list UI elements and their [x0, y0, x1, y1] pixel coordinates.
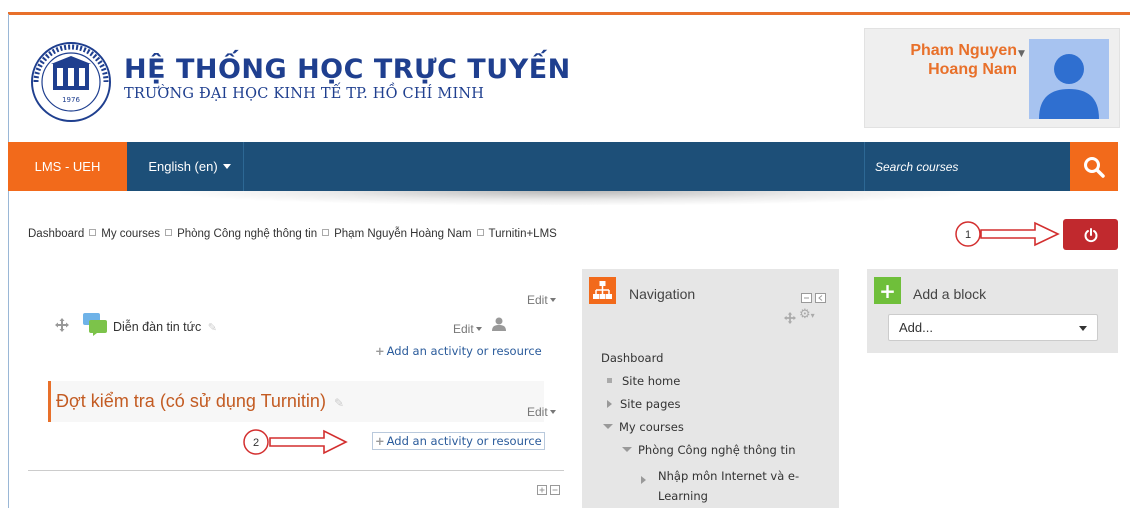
user-menu[interactable]: Pham Nguyen Hoang Nam ▼ — [864, 28, 1120, 128]
breadcrumb-separator-icon — [476, 229, 484, 236]
nav-item-department[interactable]: Phòng Công nghệ thông tin — [622, 443, 796, 457]
navbar-shadow — [180, 191, 960, 205]
section-title: Đợt kiểm tra (có sử dụng Turnitin) ✎ — [56, 391, 345, 411]
power-icon — [1084, 227, 1097, 242]
block-dock-collapse-icons[interactable] — [801, 288, 829, 307]
bullet-icon — [607, 378, 612, 383]
nav-item-site-home[interactable]: Site home — [607, 374, 680, 388]
collapsed-arrow-icon — [641, 476, 646, 484]
navigation-block-title: Navigation — [629, 286, 696, 302]
forum-icon — [82, 312, 108, 340]
user-name[interactable]: Pham Nguyen Hoang Nam — [865, 41, 1017, 79]
top-accent-line — [8, 12, 1130, 15]
group-mode-icon[interactable] — [492, 316, 506, 335]
section-divider — [28, 470, 564, 471]
svg-text:1: 1 — [965, 229, 971, 241]
edit-mode-toggle-button[interactable] — [1063, 219, 1118, 250]
activity-edit-menu[interactable]: Edit — [453, 322, 482, 336]
expanded-arrow-icon — [622, 447, 632, 452]
breadcrumb-item[interactable]: Dashboard — [28, 228, 84, 240]
breadcrumb-item[interactable]: My courses — [101, 228, 160, 240]
expand-collapse-icons[interactable] — [537, 480, 563, 499]
add-block-plus-icon: + — [874, 277, 901, 304]
search-input[interactable]: Search courses — [864, 142, 1070, 191]
select-dropdown-arrow-icon — [1079, 326, 1087, 331]
annotation-marker-1: 1 — [953, 219, 1063, 253]
site-subtitle: TRƯỜNG ĐẠI HỌC KINH TẾ TP. HỒ CHÍ MINH — [124, 86, 485, 102]
forum-link[interactable]: Diễn đàn tin tức ✎ — [113, 320, 217, 334]
add-block-title: Add a block — [913, 286, 987, 302]
breadcrumb-separator-icon — [322, 229, 330, 236]
section-edit-menu[interactable]: Edit — [527, 293, 556, 307]
search-button[interactable] — [1070, 142, 1118, 191]
avatar[interactable] — [1029, 39, 1109, 119]
language-caret-icon — [222, 164, 231, 169]
section-edit-menu[interactable]: Edit — [527, 405, 556, 419]
search-icon — [1084, 156, 1105, 178]
language-label: English (en) — [148, 159, 218, 174]
site-title: HỆ THỐNG HỌC TRỰC TUYẾN — [124, 54, 571, 85]
edit-section-title-pencil-icon[interactable]: ✎ — [334, 396, 344, 410]
block-settings-gear-icon[interactable]: ⚙▾ — [799, 307, 815, 322]
svg-text:1976: 1976 — [62, 96, 80, 104]
user-menu-caret-icon[interactable]: ▼ — [1018, 49, 1025, 59]
plus-icon: + — [375, 344, 385, 358]
move-icon[interactable] — [55, 317, 69, 336]
nav-item-course[interactable]: Nhập môn Internet và e- Learning — [641, 466, 799, 506]
add-activity-link[interactable]: + Add an activity or resource — [375, 344, 542, 358]
block-move-icon[interactable] — [784, 309, 796, 328]
university-logo[interactable]: 1976 — [24, 40, 118, 124]
breadcrumb-item[interactable]: Phạm Nguyễn Hoàng Nam — [334, 228, 471, 240]
breadcrumb-item[interactable]: Turnitin+LMS — [489, 228, 557, 240]
collapsed-arrow-icon — [607, 400, 612, 408]
add-block-select[interactable]: Add... — [888, 314, 1098, 341]
nav-item-site-pages[interactable]: Site pages — [607, 397, 680, 411]
breadcrumb-item[interactable]: Phòng Công nghệ thông tin — [177, 228, 317, 240]
breadcrumb: Dashboard My courses Phòng Công nghệ thông… — [28, 228, 557, 240]
left-border-line — [8, 14, 9, 508]
language-menu[interactable]: English (en) — [136, 142, 244, 191]
annotation-marker-2: 2 — [238, 427, 350, 461]
breadcrumb-separator-icon — [165, 229, 173, 236]
svg-text:2: 2 — [253, 437, 259, 449]
edit-title-pencil-icon[interactable]: ✎ — [208, 322, 217, 334]
nav-item-my-courses[interactable]: My courses — [603, 420, 684, 434]
add-activity-link-highlighted[interactable]: + Add an activity or resource — [372, 432, 545, 450]
plus-icon: + — [375, 434, 385, 448]
expanded-arrow-icon — [603, 424, 613, 429]
navigation-sitemap-icon — [589, 277, 616, 304]
nav-item-dashboard[interactable]: Dashboard — [601, 351, 663, 365]
breadcrumb-separator-icon — [89, 229, 97, 236]
nav-home-link[interactable]: LMS - UEH — [8, 142, 127, 191]
